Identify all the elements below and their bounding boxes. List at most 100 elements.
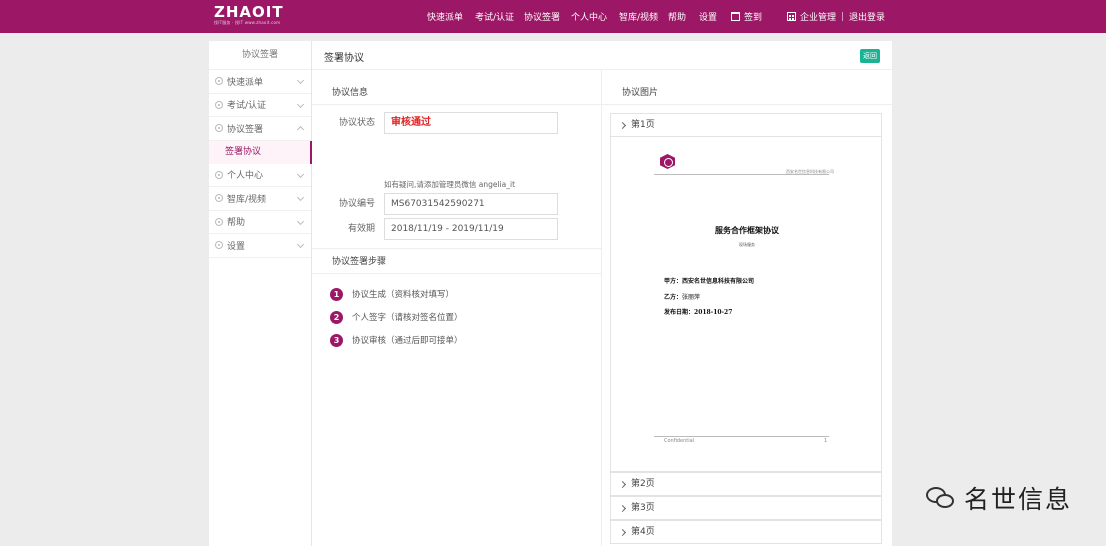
sidebar-item-exam[interactable]: 考试/认证 bbox=[209, 94, 311, 117]
chevron-down-icon bbox=[296, 240, 305, 249]
number-row: 协议编号 MS67031542590271 bbox=[312, 193, 602, 215]
doc-party-a: 甲方：西安名世信息科技有限公司 bbox=[664, 276, 754, 285]
nav-link-quick-dispatch[interactable]: 快速派单 bbox=[427, 0, 463, 33]
sidebar-item-label: 设置 bbox=[227, 241, 246, 252]
page-2-header[interactable]: 第2页 bbox=[611, 473, 881, 496]
step-text: 协议审核（通过后即可接单） bbox=[352, 336, 463, 346]
circle-icon bbox=[215, 77, 223, 86]
nav-separator: | bbox=[835, 0, 850, 33]
doc-footer-line bbox=[654, 436, 829, 437]
calendar-icon bbox=[731, 12, 740, 21]
sidebar-subitem-sign-agreement[interactable]: 签署协议 bbox=[209, 140, 312, 164]
doc-subtitle: 现场服务 bbox=[739, 242, 755, 247]
logo-tagline: 找IT服务 · 找IT www.zhaoit.com bbox=[214, 20, 281, 25]
doc-field-label: 甲方： bbox=[664, 278, 683, 285]
step-item: 2 个人签字（请核对签名位置） bbox=[330, 310, 463, 324]
watermark-text: 名世信息 bbox=[964, 485, 1073, 514]
nav-label: 协议签署 bbox=[524, 13, 561, 23]
nav-link-agreement[interactable]: 协议签署 bbox=[524, 0, 560, 33]
circle-icon bbox=[215, 194, 223, 203]
sidebar-item-personal-center[interactable]: 个人中心 bbox=[209, 164, 311, 187]
chevron-up-icon bbox=[296, 125, 305, 134]
nav-link-help[interactable]: 帮助 bbox=[668, 0, 686, 33]
nav-link-sign-in[interactable]: 签到 bbox=[731, 0, 762, 33]
chevron-down-icon bbox=[296, 217, 305, 225]
nav-label: 签到 bbox=[744, 13, 763, 23]
zhaoit-logo[interactable]: ZHAOIT 找IT服务 · 找IT www.zhaoit.com bbox=[214, 4, 284, 26]
page-accordion-1: 第1页 西安名世信息科技有限公司 服务合作框架协议 现场服务 甲方：西安名世信息… bbox=[610, 113, 882, 472]
page-1-header[interactable]: 第1页 bbox=[611, 114, 881, 137]
sidebar-item-label: 个人中心 bbox=[227, 171, 264, 182]
step-number: 1 bbox=[330, 287, 343, 301]
nav-label: 智库/视频 bbox=[619, 13, 659, 23]
step-text: 个人签字（请核对签名位置） bbox=[352, 313, 463, 323]
logo-name: ZHAOIT bbox=[214, 3, 284, 21]
step-text: 协议生成（资料核对填写） bbox=[352, 290, 455, 300]
doc-field-value: 2018-10-27 bbox=[694, 309, 733, 316]
chevron-down-icon bbox=[296, 193, 305, 202]
sidebar-item-agreement[interactable]: 协议签署 bbox=[209, 117, 311, 141]
chevron-down-icon bbox=[296, 100, 305, 108]
step-number: 2 bbox=[330, 310, 343, 324]
page-accordion-4: 第4页 bbox=[610, 520, 882, 544]
sidebar-title: 协议签署 bbox=[209, 41, 311, 70]
doc-field-label: 发布日期： bbox=[664, 309, 695, 316]
step-number: 3 bbox=[330, 333, 343, 347]
building-icon bbox=[787, 12, 796, 21]
back-button[interactable]: 返回 bbox=[860, 49, 880, 63]
nav-link-exam[interactable]: 考试/认证 bbox=[475, 0, 514, 33]
page-container: 协议签署 快速派单 考试/认证 协议签署 签署协议 个人中心 智库/视频 帮助 … bbox=[209, 41, 892, 546]
doc-party-b: 乙方：张丽萍 bbox=[664, 292, 700, 301]
sidebar-item-quick-dispatch[interactable]: 快速派单 bbox=[209, 70, 311, 94]
page-1-body: 西安名世信息科技有限公司 服务合作框架协议 现场服务 甲方：西安名世信息科技有限… bbox=[611, 137, 881, 471]
nav-label: 企业管理 bbox=[800, 13, 837, 23]
nav-label: 快速派单 bbox=[427, 13, 464, 23]
page-accordion-3: 第3页 bbox=[610, 496, 882, 521]
nav-link-enterprise[interactable]: 企业管理 bbox=[787, 0, 836, 33]
doc-company-header: 西安名世信息科技有限公司 bbox=[786, 169, 834, 174]
agreement-info-panel: 协议信息 协议状态 审核通过 如有疑问,请添加管理员微信 angelia_it … bbox=[312, 70, 602, 546]
section-title-info: 协议信息 bbox=[312, 70, 601, 105]
circle-icon bbox=[215, 124, 223, 133]
nav-link-library-video[interactable]: 智库/视频 bbox=[619, 0, 658, 33]
doc-footer-page: 1 bbox=[824, 438, 828, 444]
company-logo-icon bbox=[660, 154, 675, 169]
sidebar-item-label: 帮助 bbox=[227, 218, 246, 229]
status-value: 审核通过 bbox=[384, 112, 558, 134]
wechat-icon bbox=[926, 485, 956, 511]
page-4-header[interactable]: 第4页 bbox=[611, 521, 881, 544]
nav-link-settings[interactable]: 设置 bbox=[699, 0, 717, 33]
page-3-header[interactable]: 第3页 bbox=[611, 497, 881, 520]
status-row: 协议状态 审核通过 bbox=[312, 112, 602, 134]
sidebar-item-help[interactable]: 帮助 bbox=[209, 211, 311, 234]
nav-link-personal-center[interactable]: 个人中心 bbox=[571, 0, 607, 33]
top-navigation-bar: ZHAOIT 找IT服务 · 找IT www.zhaoit.com 快速派单 考… bbox=[0, 0, 1106, 33]
validity-label: 有效期 bbox=[347, 224, 375, 234]
nav-link-logout[interactable]: 退出登录 bbox=[849, 0, 885, 33]
number-label: 协议编号 bbox=[338, 199, 375, 209]
sidebar-item-label: 考试/认证 bbox=[227, 101, 267, 112]
circle-icon bbox=[215, 170, 223, 179]
doc-field-value: 张丽萍 bbox=[682, 294, 701, 301]
admin-hint: 如有疑问,请添加管理员微信 angelia_it bbox=[384, 180, 516, 189]
sidebar: 协议签署 快速派单 考试/认证 协议签署 签署协议 个人中心 智库/视频 帮助 … bbox=[209, 41, 312, 546]
agreement-document-image: 西安名世信息科技有限公司 服务合作框架协议 现场服务 甲方：西安名世信息科技有限… bbox=[619, 137, 875, 470]
sidebar-item-library-video[interactable]: 智库/视频 bbox=[209, 187, 311, 211]
nav-label: 帮助 bbox=[668, 13, 687, 23]
step-item: 1 协议生成（资料核对填写） bbox=[330, 287, 454, 301]
doc-field-value: 西安名世信息科技有限公司 bbox=[682, 278, 755, 285]
validity-value: 2018/11/19 - 2019/11/19 bbox=[384, 218, 558, 240]
wechat-watermark: 名世信息 bbox=[926, 480, 1072, 516]
validity-row: 有效期 2018/11/19 - 2019/11/19 bbox=[312, 218, 602, 240]
step-item: 3 协议审核（通过后即可接单） bbox=[330, 333, 463, 347]
chevron-down-icon bbox=[296, 76, 305, 85]
number-value: MS67031542590271 bbox=[384, 193, 558, 215]
circle-icon bbox=[215, 100, 223, 109]
sidebar-item-label: 协议签署 bbox=[227, 124, 264, 135]
chevron-down-icon bbox=[296, 170, 305, 178]
sidebar-item-settings[interactable]: 设置 bbox=[209, 234, 311, 258]
doc-date: 发布日期：2018-10-27 bbox=[664, 307, 732, 316]
page-title: 签署协议 bbox=[324, 53, 364, 64]
separator-glyph: | bbox=[841, 11, 845, 22]
sidebar-item-label: 快速派单 bbox=[227, 77, 264, 88]
